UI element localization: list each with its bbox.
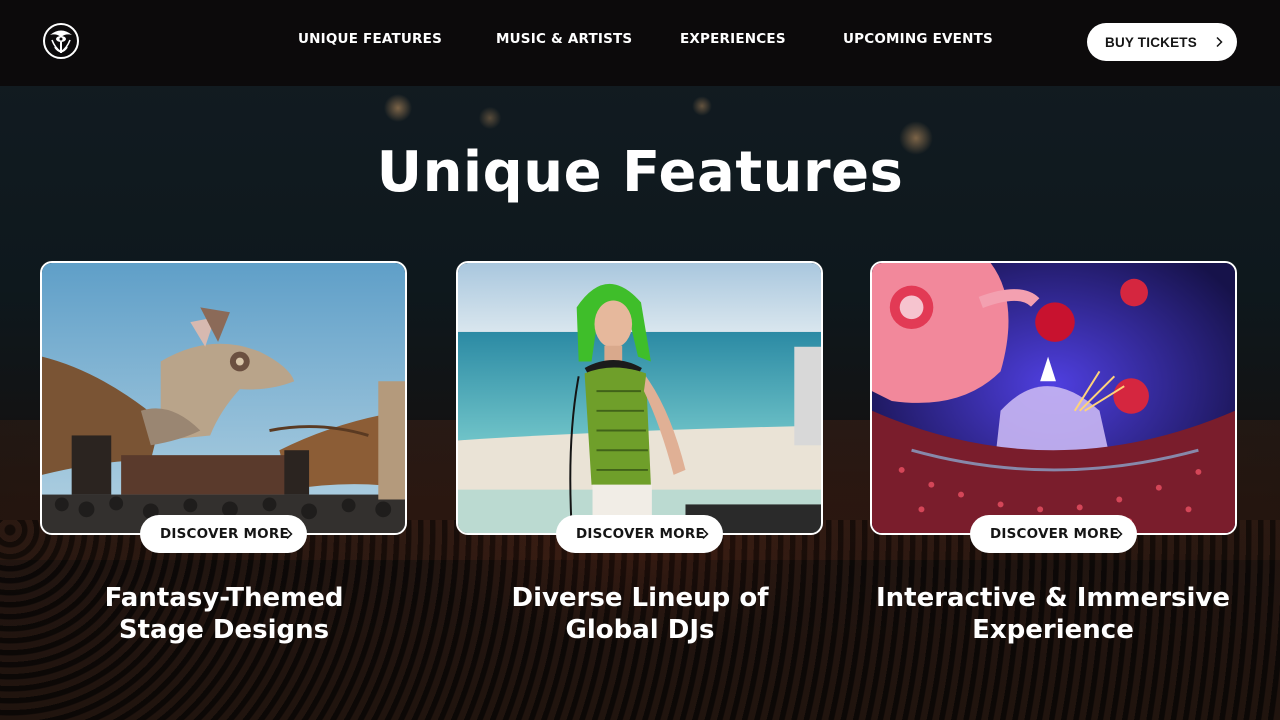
chevron-right-icon <box>1116 528 1123 540</box>
feature-card-image-djs[interactable] <box>456 261 823 535</box>
discover-more-label: DISCOVER MORE <box>160 526 289 542</box>
page-title: Unique Features <box>376 140 904 205</box>
nav-experiences[interactable]: EXPERIENCES <box>680 31 786 47</box>
green-haired-dj-photo <box>458 263 821 533</box>
site-header: UNIQUE FEATURES MUSIC & ARTISTS EXPERIEN… <box>0 0 1280 86</box>
discover-more-button-djs[interactable]: DISCOVER MORE <box>556 515 723 553</box>
feature-title-line: Experience <box>972 615 1134 645</box>
buy-tickets-button[interactable]: BUY TICKETS <box>1087 23 1237 61</box>
feature-title-experience: Interactive & Immersive Experience <box>843 582 1263 646</box>
feature-title-line: Fantasy-Themed <box>104 583 344 613</box>
immersive-crowd-stage-photo <box>872 263 1235 533</box>
nav-music-artists[interactable]: MUSIC & ARTISTS <box>496 31 632 47</box>
feature-card-image-experience[interactable] <box>870 261 1237 535</box>
feature-title-line: Diverse Lineup of <box>511 583 769 613</box>
chevron-right-icon <box>286 528 293 540</box>
buy-tickets-label: BUY TICKETS <box>1105 34 1197 50</box>
nav-upcoming-events[interactable]: UPCOMING EVENTS <box>843 31 993 47</box>
chevron-right-icon <box>1216 36 1223 48</box>
discover-more-button-stage[interactable]: DISCOVER MORE <box>140 515 307 553</box>
nav-unique-features[interactable]: UNIQUE FEATURES <box>298 31 442 47</box>
feature-card-image-stage[interactable] <box>40 261 407 535</box>
feature-title-djs: Diverse Lineup of Global DJs <box>430 582 850 646</box>
chevron-right-icon <box>702 528 709 540</box>
discover-more-label: DISCOVER MORE <box>576 526 705 542</box>
feature-title-line: Global DJs <box>565 615 715 645</box>
feature-title-line: Interactive & Immersive <box>875 583 1230 613</box>
tomorrowland-emblem-icon[interactable] <box>42 22 80 60</box>
feature-title-stage: Fantasy-Themed Stage Designs <box>14 582 434 646</box>
discover-more-label: DISCOVER MORE <box>990 526 1119 542</box>
discover-more-button-experience[interactable]: DISCOVER MORE <box>970 515 1137 553</box>
feature-title-line: Stage Designs <box>118 615 330 645</box>
dragon-stage-photo <box>42 263 405 533</box>
